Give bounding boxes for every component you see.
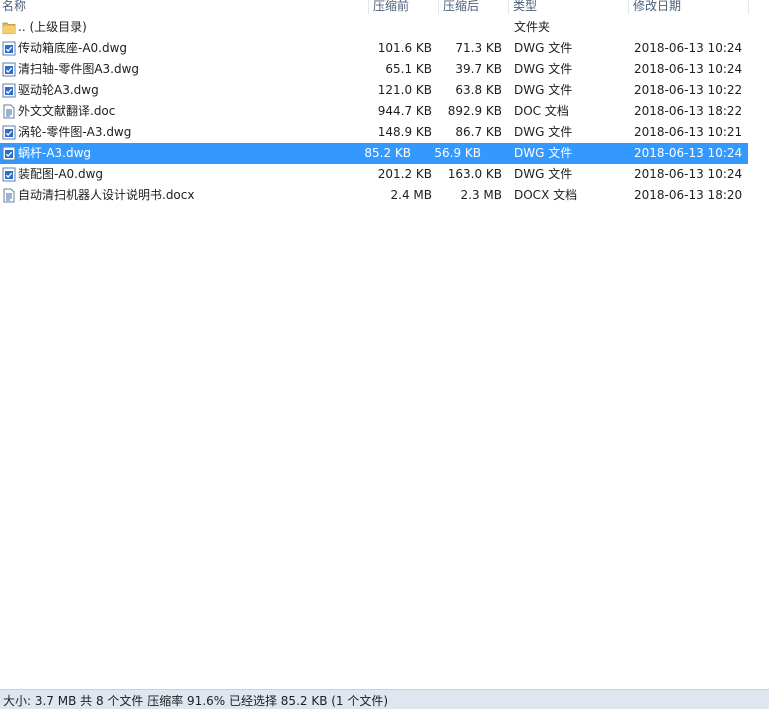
dwg-file-icon — [2, 167, 16, 182]
file-size-packed: 65.1 KB — [385, 62, 432, 76]
file-size-compressed: 71.3 KB — [455, 41, 502, 55]
file-size-packed: 944.7 KB — [377, 104, 432, 118]
column-divider[interactable] — [508, 0, 509, 14]
file-modified-date: 2018-06-13 10:24 — [634, 62, 743, 76]
file-modified-date: 2018-06-13 10:22 — [634, 83, 743, 97]
file-size-packed: 2.4 MB — [390, 188, 432, 202]
file-row[interactable]: 传动箱底座-A0.dwg 101.6 KB 71.3 KB DWG 文件 2018-06… — [0, 38, 769, 59]
file-modified-date: 2018-06-13 10:24 — [634, 167, 743, 181]
column-header-bar: 名称 压缩前 压缩后 类型 修改日期 — [0, 0, 769, 14]
status-bar: 大小: 3.7 MB 共 8 个文件 压缩率 91.6% 已经选择 85.2 K… — [0, 689, 769, 709]
file-modified-date: 2018-06-13 18:22 — [634, 104, 743, 118]
dwg-file-icon — [2, 146, 16, 161]
file-name: 涡轮-零件图-A3.dwg — [18, 125, 132, 139]
file-row[interactable]: 蜗杆-A3.dwg 85.2 KB 56.9 KB DWG 文件 2018-06-13 … — [0, 143, 748, 164]
file-row[interactable]: 驱动轮A3.dwg 121.0 KB 63.8 KB DWG 文件 2018-06-13… — [0, 80, 769, 101]
file-type: DOCX 文档 — [514, 188, 578, 202]
file-modified-date: 2018-06-13 18:20 — [634, 188, 743, 202]
column-header-packed[interactable]: 压缩前 — [373, 0, 409, 13]
folder-icon — [2, 20, 16, 35]
file-row[interactable]: 装配图-A0.dwg 201.2 KB 163.0 KB DWG 文件 2018-06-… — [0, 164, 769, 185]
column-divider[interactable] — [748, 0, 749, 14]
file-row[interactable]: 涡轮-零件图-A3.dwg 148.9 KB 86.7 KB DWG 文件 2018-0… — [0, 122, 769, 143]
file-size-compressed: 63.8 KB — [455, 83, 502, 97]
file-row[interactable]: .. (上级目录) 文件夹 — [0, 17, 769, 38]
file-size-packed: 148.9 KB — [377, 125, 432, 139]
file-type: DWG 文件 — [514, 41, 573, 55]
file-type: DWG 文件 — [514, 125, 573, 139]
file-size-packed: 101.6 KB — [377, 41, 432, 55]
file-name: 驱动轮A3.dwg — [18, 83, 99, 97]
file-name: 外文文献翻译.doc — [18, 104, 116, 118]
file-modified-date: 2018-06-13 10:21 — [634, 125, 743, 139]
file-row[interactable]: 外文文献翻译.doc 944.7 KB 892.9 KB DOC 文档 2018-06-… — [0, 101, 769, 122]
file-size-compressed: 86.7 KB — [455, 125, 502, 139]
column-header-name[interactable]: 名称 — [2, 0, 26, 13]
column-header-type[interactable]: 类型 — [513, 0, 537, 13]
file-row[interactable]: 自动清扫机器人设计说明书.docx 2.4 MB 2.3 MB DOCX 文档 2018… — [0, 185, 769, 206]
column-divider[interactable] — [628, 0, 629, 14]
file-type: 文件夹 — [514, 20, 551, 34]
doc-file-icon — [2, 104, 16, 119]
file-size-compressed: 892.9 KB — [447, 104, 502, 118]
dwg-file-icon — [2, 41, 16, 56]
dwg-file-icon — [2, 125, 16, 140]
file-list: .. (上级目录) 文件夹传动箱底座-A0.dwg 101.6 KB 71.3 KB D… — [0, 17, 769, 206]
file-name: 蜗杆-A3.dwg — [18, 146, 92, 160]
column-header-modified[interactable]: 修改日期 — [633, 0, 681, 13]
file-modified-date: 2018-06-13 10:24 — [634, 146, 743, 160]
file-modified-date: 2018-06-13 10:24 — [634, 41, 743, 55]
file-name: 装配图-A0.dwg — [18, 167, 104, 181]
file-type: DWG 文件 — [514, 83, 573, 97]
file-type: DWG 文件 — [514, 62, 573, 76]
file-row[interactable]: 清扫轴-零件图A3.dwg 65.1 KB 39.7 KB DWG 文件 2018-06… — [0, 59, 769, 80]
doc-file-icon — [2, 188, 16, 203]
dwg-file-icon — [2, 62, 16, 77]
file-size-compressed: 39.7 KB — [455, 62, 502, 76]
status-text: 大小: 3.7 MB 共 8 个文件 压缩率 91.6% 已经选择 85.2 K… — [3, 694, 389, 708]
file-type: DOC 文档 — [514, 104, 569, 118]
file-type: DWG 文件 — [514, 146, 573, 160]
file-name: 自动清扫机器人设计说明书.docx — [18, 188, 195, 202]
file-size-compressed: 163.0 KB — [447, 167, 502, 181]
file-name: 清扫轴-零件图A3.dwg — [18, 62, 140, 76]
file-size-compressed: 56.9 KB — [434, 146, 481, 160]
file-type: DWG 文件 — [514, 167, 573, 181]
file-size-packed: 201.2 KB — [377, 167, 432, 181]
file-size-compressed: 2.3 MB — [460, 188, 502, 202]
dwg-file-icon — [2, 83, 16, 98]
column-header-compressed[interactable]: 压缩后 — [443, 0, 479, 13]
file-size-packed: 85.2 KB — [364, 146, 411, 160]
file-name: 传动箱底座-A0.dwg — [18, 41, 128, 55]
file-name: .. (上级目录) — [18, 20, 87, 34]
column-divider[interactable] — [438, 0, 439, 14]
column-divider[interactable] — [368, 0, 369, 14]
file-size-packed: 121.0 KB — [377, 83, 432, 97]
